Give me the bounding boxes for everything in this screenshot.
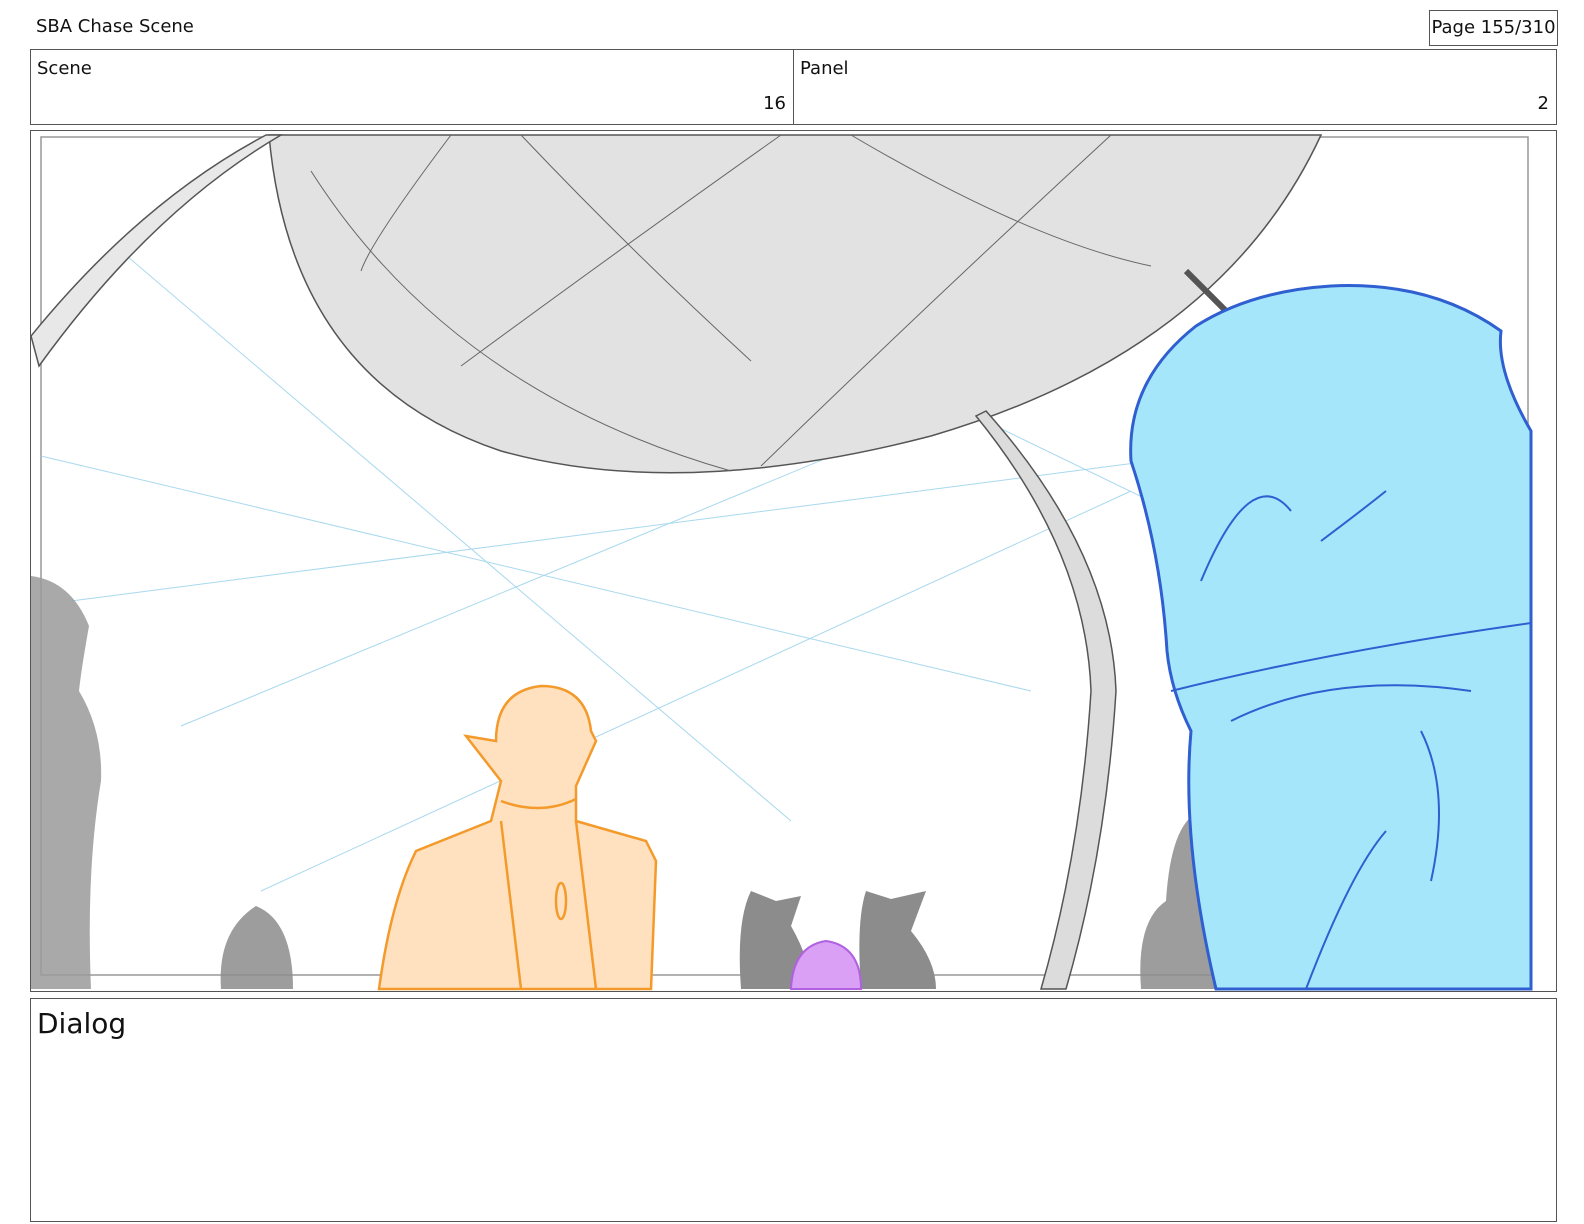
scene-label: Scene <box>37 58 92 79</box>
panel-cell: Panel 2 <box>793 50 1556 124</box>
background-figure-left <box>31 576 102 989</box>
dialog-box: Dialog <box>30 998 1557 1222</box>
crowd-head-left <box>220 906 293 989</box>
elf-character <box>377 684 658 991</box>
panel-label: Panel <box>800 58 849 79</box>
page-indicator: Page 155/310 <box>1429 10 1558 46</box>
project-title: SBA Chase Scene <box>36 16 194 37</box>
scene-number: 16 <box>763 93 786 114</box>
support-pillar <box>974 410 1117 990</box>
storyboard-sketch <box>31 134 1533 991</box>
scene-cell: Scene 16 <box>31 50 793 124</box>
dialog-label: Dialog <box>37 1007 127 1040</box>
scene-panel-info-row: Scene 16 Panel 2 <box>30 49 1557 125</box>
storyboard-panel <box>30 130 1557 992</box>
crowd-goblin-2 <box>859 891 936 989</box>
panel-number: 2 <box>1537 93 1549 114</box>
left-arch <box>31 134 284 368</box>
